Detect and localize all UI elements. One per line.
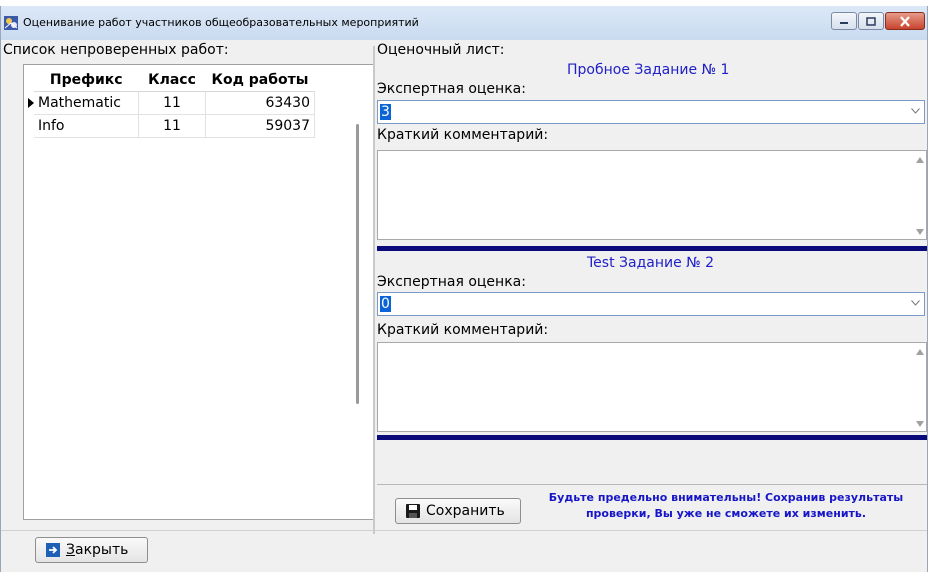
column-header-prefix[interactable]: Префикс: [34, 69, 139, 92]
cell-prefix: Info: [34, 114, 139, 138]
actions-separator: [377, 484, 927, 485]
close-button-label-rest: акрыть: [74, 542, 129, 558]
scroll-up-icon[interactable]: [916, 349, 924, 355]
grid-scrollbar[interactable]: [356, 124, 359, 404]
task-separator: [377, 435, 927, 440]
close-button-accelerator: З: [66, 542, 75, 558]
close-button[interactable]: Закрыть: [35, 537, 148, 563]
scroll-up-icon[interactable]: [916, 157, 924, 163]
cell-prefix: Mathematic: [34, 91, 139, 115]
task-2-comment-field[interactable]: [377, 342, 927, 432]
maximize-button[interactable]: [858, 12, 884, 30]
exit-icon: [46, 543, 60, 557]
task-1-comment-label: Краткий комментарий:: [377, 127, 549, 143]
task-separator: [377, 246, 927, 251]
table-header-row: Префикс Класс Код работы: [34, 69, 315, 92]
task-1-grade-value: 3: [380, 104, 391, 120]
minimize-button[interactable]: [831, 12, 857, 30]
works-grid[interactable]: Префикс Класс Код работы Mathematic 11 6…: [23, 64, 375, 520]
current-row-arrow-icon: [28, 98, 34, 108]
task-2-comment-label: Краткий комментарий:: [377, 322, 549, 338]
chevron-down-icon[interactable]: [911, 300, 920, 306]
close-icon: [900, 15, 910, 27]
save-button[interactable]: Сохранить: [395, 498, 521, 524]
scroll-down-icon[interactable]: [916, 229, 924, 235]
row-indicator-column: [4, 64, 23, 520]
save-warning-text: Будьте предельно внимательны! Сохранив р…: [548, 491, 904, 520]
task-1-grade-label: Экспертная оценка:: [377, 81, 526, 97]
minimize-icon: [840, 22, 848, 24]
save-button-label: Сохранить: [426, 503, 505, 519]
table-row[interactable]: Mathematic 11 63430: [34, 91, 315, 115]
task-2-title: Test Задание № 2: [587, 255, 715, 271]
cell-class: 11: [138, 114, 206, 138]
scroll-down-icon[interactable]: [916, 421, 924, 427]
task-2-grade-value: 0: [380, 296, 391, 312]
table-row[interactable]: Info 11 59037: [34, 114, 315, 138]
window-title: Оценивание работ участников общеобразова…: [23, 16, 419, 29]
floppy-disk-icon: [406, 504, 420, 518]
app-icon: [4, 16, 18, 30]
window-content: Список непроверенных работ: Префикс Клас…: [1, 40, 927, 572]
column-header-class[interactable]: Класс: [138, 69, 206, 92]
cell-code: 59037: [205, 114, 315, 138]
unchecked-list-header: Список непроверенных работ:: [3, 42, 229, 58]
cell-code: 63430: [205, 91, 315, 115]
task-1-comment-field[interactable]: [377, 150, 927, 240]
main-window: Оценивание работ участников общеобразова…: [0, 6, 928, 572]
close-window-button[interactable]: [885, 12, 925, 30]
works-table: Префикс Класс Код работы Mathematic 11 6…: [34, 69, 315, 138]
close-button-label: Закрыть: [66, 542, 128, 558]
maximize-icon: [866, 16, 876, 26]
title-bar[interactable]: Оценивание работ участников общеобразова…: [1, 6, 927, 41]
task-2-grade-label: Экспертная оценка:: [377, 274, 526, 290]
column-header-code[interactable]: Код работы: [205, 69, 315, 92]
task-1-grade-select[interactable]: 3: [377, 100, 925, 124]
cell-class: 11: [138, 91, 206, 115]
bottom-divider: [1, 530, 927, 531]
task-1-title: Пробное Задание № 1: [567, 62, 730, 78]
score-sheet-header: Оценочный лист:: [377, 42, 505, 58]
task-2-grade-select[interactable]: 0: [377, 292, 925, 316]
panel-splitter[interactable]: [373, 46, 375, 534]
chevron-down-icon[interactable]: [911, 108, 920, 114]
